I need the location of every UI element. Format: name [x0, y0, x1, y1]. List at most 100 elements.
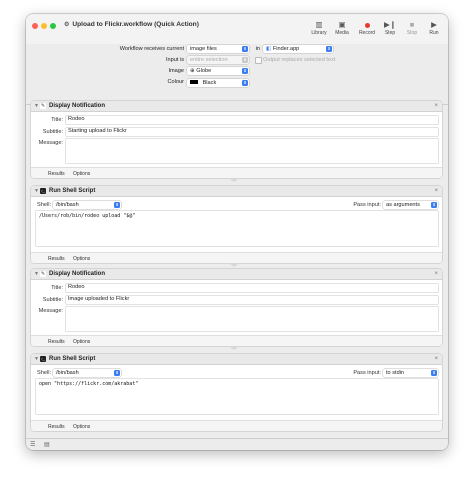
action-header: ▼ ›_ Run Shell Script ×: [31, 354, 442, 365]
action-header: ▼ ✎ Display Notification ×: [31, 101, 442, 112]
output-replaces-label: Output replaces selected text: [263, 56, 336, 63]
finder-icon: ◧: [266, 46, 272, 52]
stop-icon: ■: [409, 20, 415, 29]
shell-popup[interactable]: /bin/bash ⬍: [53, 201, 121, 209]
record-label: Record: [358, 30, 376, 36]
action-display-notification[interactable]: ▼ ✎ Display Notification × Title: Rodeo …: [31, 101, 442, 178]
in-app-popup[interactable]: ◧ Finder.app ⬍: [263, 45, 333, 53]
results-tab[interactable]: Results: [48, 256, 65, 262]
run-button[interactable]: ▶ Run: [423, 20, 445, 36]
close-window-button[interactable]: [32, 23, 38, 29]
title-field[interactable]: Rodeo: [66, 284, 438, 292]
shell-label: Shell:: [37, 369, 51, 376]
step-icon: ▶❙: [383, 20, 397, 29]
workflow-icon: ⚙: [64, 22, 70, 28]
media-label: Media: [335, 30, 349, 36]
library-label: Library: [311, 30, 327, 36]
chevron-updown-icon: ⬍: [114, 202, 120, 208]
chevron-updown-icon: ⬍: [431, 202, 437, 208]
title-label: Title:: [51, 117, 63, 123]
close-icon[interactable]: ×: [434, 103, 438, 109]
output-replaces-checkbox[interactable]: [255, 57, 262, 64]
shell-label: Shell:: [37, 201, 51, 208]
close-icon[interactable]: ×: [434, 188, 438, 194]
chevron-updown-icon: ⬍: [242, 46, 248, 52]
title-field[interactable]: Rodeo: [66, 116, 438, 124]
input-is-label: Input is: [165, 56, 184, 63]
close-icon[interactable]: ×: [434, 356, 438, 362]
log-view-icon[interactable]: ▤: [44, 441, 50, 448]
shell-popup[interactable]: /bin/bash ⬍: [53, 369, 121, 377]
action-title: Display Notification: [49, 271, 106, 277]
action-header: ▼ ›_ Run Shell Script ×: [31, 186, 442, 197]
close-icon[interactable]: ×: [434, 271, 438, 277]
stop-button[interactable]: ■ Stop: [401, 20, 423, 36]
colour-popup[interactable]: Black ⬍: [187, 78, 249, 87]
options-tab[interactable]: Options: [73, 171, 90, 177]
action-header: ▼ ✎ Display Notification ×: [31, 269, 442, 280]
stop-label: Stop: [406, 30, 418, 36]
results-tab[interactable]: Results: [48, 339, 65, 345]
image-value: Globe: [196, 68, 212, 74]
bottom-bar: ☰ ▤: [26, 438, 448, 450]
in-app-value: Finder.app: [272, 46, 300, 52]
media-button[interactable]: ▣ Media: [331, 20, 353, 36]
run-label: Run: [429, 30, 439, 36]
script-editor[interactable]: /Users/rob/bin/rodeo upload "$@": [36, 211, 438, 246]
message-field[interactable]: [66, 139, 438, 163]
input-is-popup[interactable]: entire selection ⬍: [187, 56, 249, 64]
action-title: Display Notification: [49, 103, 106, 109]
options-tab[interactable]: Options: [73, 424, 90, 430]
list-view-icon[interactable]: ☰: [30, 441, 35, 448]
options-tab[interactable]: Options: [73, 256, 90, 262]
script-editor[interactable]: open "https://flickr.com/akrabat": [36, 379, 438, 414]
action-footer: Results Options: [31, 335, 442, 346]
action-connector: [229, 346, 239, 350]
step-button[interactable]: ▶❙ Step: [379, 20, 401, 36]
run-icon: ▶: [431, 20, 437, 29]
minimize-window-button[interactable]: [41, 23, 47, 29]
record-icon: [356, 20, 378, 30]
action-footer: Results Options: [31, 252, 442, 263]
chevron-updown-icon: ⬍: [242, 79, 248, 86]
zoom-window-button[interactable]: [50, 23, 56, 29]
disclosure-triangle-icon[interactable]: ▼: [34, 103, 39, 109]
results-tab[interactable]: Results: [48, 424, 65, 430]
subtitle-field[interactable]: Starting upload to Flickr: [66, 127, 438, 136]
chevron-updown-icon: ⬍: [326, 46, 332, 52]
automator-window: ⚙ Upload to Flickr.workflow (Quick Actio…: [26, 14, 448, 450]
in-label: in: [255, 45, 260, 52]
workflow-settings: Workflow receives current image files ⬍ …: [26, 44, 448, 105]
subtitle-field[interactable]: Image uploaded to Flickr: [66, 295, 438, 304]
pass-input-popup[interactable]: as arguments ⬍: [383, 201, 438, 209]
action-footer: Results Options: [31, 420, 442, 431]
options-tab[interactable]: Options: [73, 339, 90, 345]
disclosure-triangle-icon[interactable]: ▼: [34, 356, 39, 362]
terminal-icon: ›_: [40, 356, 46, 362]
pass-input-popup[interactable]: to stdin ⬍: [383, 369, 438, 377]
record-button[interactable]: Record: [356, 20, 378, 36]
action-run-shell-script[interactable]: ▼ ›_ Run Shell Script × Shell: /bin/bash…: [31, 186, 442, 263]
window-title-text: Upload to Flickr.workflow (Quick Action): [72, 21, 199, 28]
terminal-icon: ›_: [40, 188, 46, 194]
pass-input-label: Pass input:: [353, 201, 381, 208]
chevron-updown-icon: ⬍: [242, 68, 248, 74]
receives-value: image files: [190, 46, 217, 52]
disclosure-triangle-icon[interactable]: ▼: [34, 188, 39, 194]
disclosure-triangle-icon[interactable]: ▼: [34, 271, 39, 277]
action-title: Run Shell Script: [49, 356, 96, 362]
library-button[interactable]: ▥ Library: [308, 20, 330, 36]
pass-input-value: to stdin: [386, 370, 405, 376]
results-tab[interactable]: Results: [48, 171, 65, 177]
receives-popup[interactable]: image files ⬍: [187, 45, 249, 53]
action-display-notification[interactable]: ▼ ✎ Display Notification × Title: Rodeo …: [31, 269, 442, 346]
action-run-shell-script[interactable]: ▼ ›_ Run Shell Script × Shell: /bin/bash…: [31, 354, 442, 431]
action-connector: [229, 178, 239, 182]
globe-icon: ⊕: [190, 68, 195, 74]
message-field[interactable]: [66, 307, 438, 331]
title-bar: ⚙ Upload to Flickr.workflow (Quick Actio…: [26, 14, 448, 45]
image-popup[interactable]: ⊕ Globe ⬍: [187, 67, 249, 75]
message-label: Message:: [38, 140, 63, 146]
image-label: Image: [168, 67, 184, 74]
library-icon: ▥: [315, 20, 323, 29]
